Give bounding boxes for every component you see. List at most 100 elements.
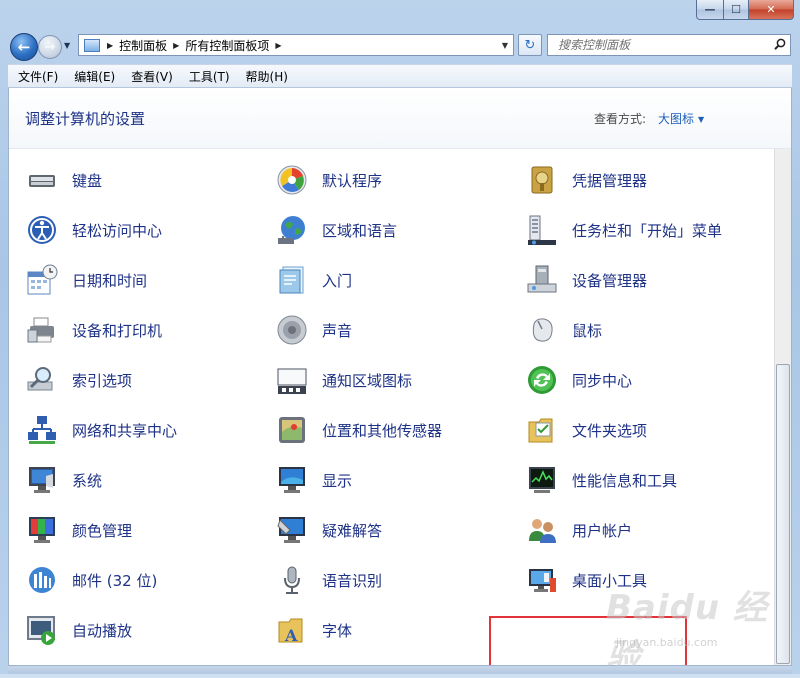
item-ease-of-access[interactable]: 轻松访问中心 xyxy=(26,210,162,250)
item-label[interactable]: 系统 xyxy=(72,470,102,491)
item-label[interactable]: 网络和共享中心 xyxy=(72,420,177,441)
item-label[interactable]: 文件夹选项 xyxy=(572,420,647,441)
view-mode-dropdown[interactable]: 大图标 ▼ xyxy=(658,110,704,127)
forward-button[interactable]: → xyxy=(38,35,62,59)
breadcrumb-all-items[interactable]: 所有控制面板项 xyxy=(185,37,269,54)
item-label[interactable]: 通知区域图标 xyxy=(322,370,412,391)
item-fonts[interactable]: A 字体 xyxy=(276,610,352,650)
item-color-management[interactable]: 颜色管理 xyxy=(26,510,132,550)
item-label[interactable]: 位置和其他传感器 xyxy=(322,420,442,441)
item-indexing-options[interactable]: 索引选项 xyxy=(26,360,132,400)
item-label[interactable]: 键盘 xyxy=(72,170,102,191)
item-label[interactable]: 入门 xyxy=(322,270,352,291)
item-notification-icons[interactable]: 通知区域图标 xyxy=(276,360,412,400)
item-date-time[interactable]: 日期和时间 xyxy=(26,260,147,300)
item-location-sensors[interactable]: 位置和其他传感器 xyxy=(276,410,442,450)
credential-manager-icon xyxy=(526,164,558,196)
item-label[interactable]: 性能信息和工具 xyxy=(572,470,677,491)
item-label[interactable]: 任务栏和「开始」菜单 xyxy=(572,220,722,241)
item-desktop-gadgets[interactable]: 桌面小工具 xyxy=(526,560,647,600)
item-sound[interactable]: 声音 xyxy=(276,310,352,350)
item-label[interactable]: 字体 xyxy=(322,620,352,641)
item-speech-recognition[interactable]: 语音识别 xyxy=(276,560,382,600)
menu-tools[interactable]: 工具(T) xyxy=(181,68,238,85)
breadcrumb-separator-icon[interactable]: ▶ xyxy=(107,41,113,50)
item-network-sharing[interactable]: 网络和共享中心 xyxy=(26,410,177,450)
item-label[interactable]: 自动播放 xyxy=(72,620,132,641)
system-icon xyxy=(26,464,58,496)
menu-view[interactable]: 查看(V) xyxy=(123,68,181,85)
breadcrumb-control-panel[interactable]: 控制面板 xyxy=(119,37,167,54)
search-input[interactable] xyxy=(548,37,770,53)
item-label[interactable]: 设备和打印机 xyxy=(72,320,162,341)
item-display[interactable]: 显示 xyxy=(276,460,352,500)
item-label[interactable]: 疑难解答 xyxy=(322,520,382,541)
breadcrumb-separator-icon[interactable]: ▶ xyxy=(275,41,281,50)
back-button[interactable]: ← xyxy=(10,33,38,61)
partial-item-top[interactable] xyxy=(276,149,322,157)
item-region-language[interactable]: 区域和语言 xyxy=(276,210,397,250)
item-keyboard[interactable]: 键盘 xyxy=(26,160,102,200)
menu-edit[interactable]: 编辑(E) xyxy=(66,68,123,85)
control-panel-window: — ☐ ✕ ← → ▼ ▶ 控制面板 ▶ 所有控制面板项 ▶ ▼ ↻ 文件(F)… xyxy=(0,0,800,677)
breadcrumb-separator-icon[interactable]: ▶ xyxy=(173,41,179,50)
close-button[interactable]: ✕ xyxy=(749,0,794,20)
address-dropdown-icon[interactable]: ▼ xyxy=(502,41,508,50)
item-label[interactable]: 显示 xyxy=(322,470,352,491)
item-autoplay[interactable]: 自动播放 xyxy=(26,610,132,650)
item-credential-manager[interactable]: 凭据管理器 xyxy=(526,160,647,200)
menu-bar: 文件(F) 编辑(E) 查看(V) 工具(T) 帮助(H) xyxy=(8,64,792,88)
menu-file[interactable]: 文件(F) xyxy=(10,68,66,85)
item-label[interactable]: 语音识别 xyxy=(322,570,382,591)
scroll-thumb[interactable] xyxy=(776,364,790,664)
date-time-icon xyxy=(26,264,58,296)
vertical-scrollbar[interactable] xyxy=(774,149,791,665)
item-troubleshooting[interactable]: 疑难解答 xyxy=(276,510,382,550)
item-label[interactable]: 邮件 (32 位) xyxy=(72,570,157,591)
item-devices-printers[interactable]: 设备和打印机 xyxy=(26,310,162,350)
item-label[interactable]: 声音 xyxy=(322,320,352,341)
item-label[interactable]: 默认程序 xyxy=(322,170,382,191)
item-mouse[interactable]: 鼠标 xyxy=(526,310,602,350)
item-label[interactable]: 同步中心 xyxy=(572,370,632,391)
item-performance[interactable]: 性能信息和工具 xyxy=(526,460,677,500)
item-default-programs[interactable]: 默认程序 xyxy=(276,160,382,200)
chevron-down-icon[interactable]: ▼ xyxy=(698,115,704,124)
refresh-button[interactable]: ↻ xyxy=(518,34,542,56)
item-user-accounts[interactable]: 用户帐户 xyxy=(526,510,632,550)
speech-recognition-icon xyxy=(276,564,308,596)
item-label[interactable]: 鼠标 xyxy=(572,320,602,341)
item-taskbar-start-menu[interactable]: 任务栏和「开始」菜单 xyxy=(526,210,722,250)
address-bar[interactable]: ▶ 控制面板 ▶ 所有控制面板项 ▶ ▼ xyxy=(78,34,514,56)
partial-item-top[interactable] xyxy=(526,149,572,157)
fonts-icon: A xyxy=(276,614,308,646)
item-label[interactable]: 用户帐户 xyxy=(572,520,632,541)
item-device-manager[interactable]: 设备管理器 xyxy=(526,260,647,300)
item-label[interactable]: 区域和语言 xyxy=(322,220,397,241)
page-title: 调整计算机的设置 xyxy=(25,110,146,128)
item-folder-options[interactable]: 文件夹选项 xyxy=(526,410,647,450)
search-icon[interactable] xyxy=(770,38,790,53)
item-getting-started[interactable]: 入门 xyxy=(276,260,352,300)
search-box[interactable] xyxy=(547,34,791,56)
item-label[interactable]: 轻松访问中心 xyxy=(72,220,162,241)
item-mail[interactable]: 邮件 (32 位) xyxy=(26,560,157,600)
taskbar-start-menu-icon xyxy=(526,214,558,246)
item-label[interactable]: 设备管理器 xyxy=(572,270,647,291)
item-system[interactable]: 系统 xyxy=(26,460,102,500)
menu-help[interactable]: 帮助(H) xyxy=(238,68,296,85)
item-label[interactable]: 索引选项 xyxy=(72,370,132,391)
item-label[interactable]: 凭据管理器 xyxy=(572,170,647,191)
item-label[interactable]: 日期和时间 xyxy=(72,270,147,291)
item-sync-center[interactable]: 同步中心 xyxy=(526,360,632,400)
item-label[interactable]: 桌面小工具 xyxy=(572,570,647,591)
maximize-button[interactable]: ☐ xyxy=(724,0,749,20)
item-label[interactable]: 颜色管理 xyxy=(72,520,132,541)
content-pane: 调整计算机的设置 查看方式: 大图标 ▼ 键盘 轻松访问中心 日期和时间 设备和… xyxy=(8,88,792,666)
partial-item-top[interactable] xyxy=(26,149,72,157)
recent-pages-dropdown[interactable]: ▼ xyxy=(64,41,70,50)
region-language-icon xyxy=(276,214,308,246)
color-management-icon xyxy=(26,514,58,546)
view-mode-label[interactable]: 大图标 xyxy=(658,112,694,126)
minimize-button[interactable]: — xyxy=(696,0,724,20)
